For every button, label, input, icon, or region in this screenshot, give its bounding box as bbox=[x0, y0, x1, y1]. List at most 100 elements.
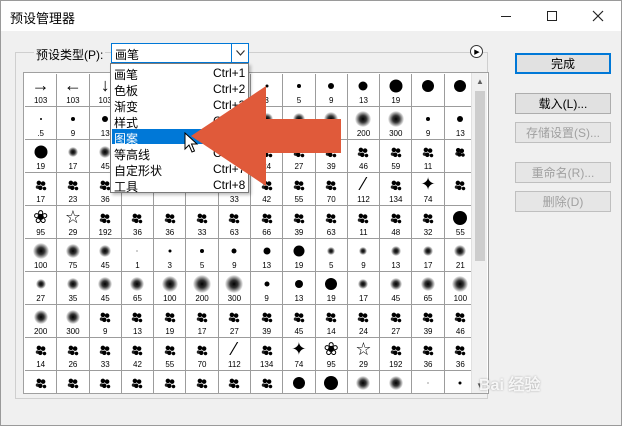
brush-preset-cell[interactable]: 27 bbox=[218, 305, 250, 337]
done-button[interactable]: 完成 bbox=[515, 53, 611, 74]
brush-preset-cell[interactable]: .5 bbox=[25, 107, 57, 139]
brush-preset-cell[interactable]: 19 bbox=[154, 305, 186, 337]
brush-preset-cell[interactable]: 200 bbox=[25, 305, 57, 337]
brush-preset-cell[interactable]: 63 bbox=[218, 206, 250, 238]
brush-preset-cell[interactable]: 33 bbox=[25, 371, 57, 393]
brush-preset-cell[interactable]: 39 bbox=[121, 371, 154, 393]
brush-preset-cell[interactable]: 66 bbox=[251, 206, 283, 238]
brush-preset-cell[interactable]: 17 bbox=[186, 305, 218, 337]
brush-preset-cell[interactable]: 17 bbox=[25, 173, 57, 205]
brush-preset-cell[interactable]: ✦ 74 bbox=[412, 173, 444, 205]
brush-preset-cell[interactable]: 11 bbox=[347, 206, 380, 238]
brush-preset-cell[interactable]: 24 bbox=[347, 305, 380, 337]
rename-button[interactable]: 重命名(R)... bbox=[515, 162, 611, 183]
brush-preset-cell[interactable]: 9 bbox=[57, 107, 89, 139]
brush-preset-cell[interactable]: 9 bbox=[251, 272, 283, 304]
brush-preset-cell[interactable]: ✦ 74 bbox=[283, 338, 315, 370]
brush-preset-cell[interactable]: 13 bbox=[380, 239, 412, 271]
brush-preset-cell[interactable]: 19 bbox=[315, 272, 347, 304]
brush-preset-cell[interactable]: 39 bbox=[251, 305, 283, 337]
dropdown-item[interactable]: 画笔 Ctrl+1 bbox=[112, 65, 247, 82]
brush-preset-cell[interactable]: 300 bbox=[57, 305, 89, 337]
brush-preset-cell[interactable]: 14 bbox=[315, 305, 347, 337]
brush-preset-cell[interactable]: 17 bbox=[412, 239, 444, 271]
brush-preset-cell[interactable]: 134 bbox=[380, 173, 412, 205]
brush-preset-cell[interactable]: ☆ 29 bbox=[347, 338, 380, 370]
brush-preset-cell[interactable]: 3 bbox=[154, 239, 186, 271]
vertical-scrollbar[interactable]: ▲ ▼ bbox=[471, 73, 487, 393]
brush-preset-cell[interactable]: 55 bbox=[154, 338, 186, 370]
brush-preset-cell[interactable]: → 103 bbox=[25, 74, 57, 106]
brush-preset-cell[interactable]: 100 bbox=[315, 371, 347, 393]
brush-preset-cell[interactable]: 45 bbox=[380, 272, 412, 304]
brush-preset-cell[interactable]: 9 bbox=[218, 239, 250, 271]
brush-preset-cell[interactable]: 66 bbox=[89, 371, 121, 393]
chevron-down-icon[interactable] bbox=[231, 44, 248, 62]
brush-preset-cell[interactable]: 23 bbox=[57, 173, 89, 205]
brush-preset-cell[interactable]: 75 bbox=[57, 239, 89, 271]
scroll-up-icon[interactable]: ▲ bbox=[472, 73, 488, 89]
brush-preset-cell[interactable]: 33 bbox=[89, 338, 121, 370]
brush-preset-cell[interactable]: 19 bbox=[25, 140, 57, 172]
brush-preset-cell[interactable]: ❀ 95 bbox=[25, 206, 57, 238]
brush-preset-cell[interactable]: 11 bbox=[412, 140, 444, 172]
brush-preset-cell[interactable]: 63 bbox=[57, 371, 89, 393]
flyout-menu-icon[interactable]: ▶ bbox=[470, 45, 483, 58]
brush-preset-cell[interactable]: 36 bbox=[121, 206, 154, 238]
brush-preset-cell[interactable]: 13 bbox=[251, 239, 283, 271]
brush-preset-cell[interactable]: 32 bbox=[412, 206, 444, 238]
delete-button[interactable]: 删除(D) bbox=[515, 191, 611, 212]
brush-preset-cell[interactable]: 13 bbox=[283, 272, 315, 304]
brush-preset-cell[interactable]: 13 bbox=[121, 305, 154, 337]
minimize-button[interactable] bbox=[483, 1, 529, 31]
brush-preset-cell[interactable]: 11 bbox=[186, 371, 218, 393]
brush-preset-cell[interactable]: 46 bbox=[347, 140, 380, 172]
brush-preset-cell[interactable]: 13 bbox=[347, 74, 380, 106]
brush-preset-cell[interactable]: 45 bbox=[380, 371, 412, 393]
brush-preset-cell[interactable]: 14 bbox=[25, 338, 57, 370]
brush-preset-cell[interactable]: 36 bbox=[412, 338, 444, 370]
brush-preset-cell[interactable]: 5 bbox=[186, 239, 218, 271]
brush-preset-cell[interactable]: ← 103 bbox=[57, 74, 89, 106]
brush-preset-cell[interactable]: 35 bbox=[57, 272, 89, 304]
brush-preset-cell[interactable]: 100 bbox=[25, 239, 57, 271]
brush-preset-cell[interactable]: 59 bbox=[380, 140, 412, 172]
brush-preset-cell[interactable]: 9 bbox=[347, 239, 380, 271]
brush-preset-cell[interactable]: 55 bbox=[283, 371, 315, 393]
brush-preset-cell[interactable]: 300 bbox=[380, 107, 412, 139]
load-button[interactable]: 载入(L)... bbox=[515, 93, 611, 114]
brush-preset-cell[interactable] bbox=[412, 74, 444, 106]
brush-preset-cell[interactable]: ⁄ 112 bbox=[347, 173, 380, 205]
brush-preset-cell[interactable]: 27 bbox=[25, 272, 57, 304]
brush-preset-cell[interactable]: 48 bbox=[380, 206, 412, 238]
brush-preset-cell[interactable]: 26 bbox=[57, 338, 89, 370]
brush-preset-cell[interactable]: ☆ 29 bbox=[57, 206, 89, 238]
brush-preset-cell[interactable]: 48 bbox=[218, 371, 250, 393]
brush-preset-cell[interactable]: 42 bbox=[121, 338, 154, 370]
brush-preset-cell[interactable]: 39 bbox=[283, 206, 315, 238]
brush-preset-cell[interactable]: 300 bbox=[218, 272, 250, 304]
brush-preset-cell[interactable]: 200 bbox=[347, 107, 380, 139]
brush-preset-cell[interactable]: 19 bbox=[283, 239, 315, 271]
brush-preset-cell[interactable]: 45 bbox=[89, 239, 121, 271]
brush-preset-cell[interactable]: 19 bbox=[380, 74, 412, 106]
brush-preset-cell[interactable]: 9 bbox=[412, 107, 444, 139]
preset-type-select[interactable]: 画笔 bbox=[111, 43, 249, 63]
brush-preset-cell[interactable]: 9 bbox=[89, 305, 121, 337]
brush-preset-cell[interactable]: 45 bbox=[283, 305, 315, 337]
brush-preset-cell[interactable]: 5 bbox=[315, 239, 347, 271]
brush-preset-cell[interactable]: 192 bbox=[89, 206, 121, 238]
brush-preset-cell[interactable]: ⁄ 112 bbox=[218, 338, 250, 370]
brush-preset-cell[interactable]: 45 bbox=[89, 272, 121, 304]
brush-preset-cell[interactable]: 100 bbox=[154, 272, 186, 304]
brush-preset-cell[interactable]: 1 bbox=[412, 371, 444, 393]
save-settings-button[interactable]: 存储设置(S)... bbox=[515, 122, 611, 143]
brush-preset-cell[interactable]: 75 bbox=[347, 371, 380, 393]
brush-preset-cell[interactable]: 17 bbox=[347, 272, 380, 304]
brush-preset-cell[interactable]: 39 bbox=[412, 305, 444, 337]
brush-preset-cell[interactable]: 33 bbox=[186, 206, 218, 238]
close-button[interactable] bbox=[575, 1, 621, 31]
brush-preset-cell[interactable]: 63 bbox=[315, 206, 347, 238]
brush-preset-cell[interactable]: 36 bbox=[154, 206, 186, 238]
brush-preset-cell[interactable]: 65 bbox=[121, 272, 154, 304]
